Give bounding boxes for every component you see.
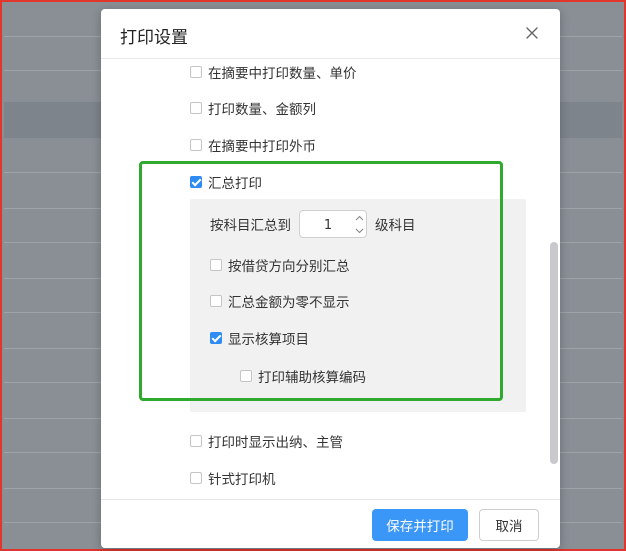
level-input[interactable]	[300, 211, 356, 239]
option-print-qty-amount-columns[interactable]: 打印数量、金额列	[190, 98, 316, 118]
option-label: 汇总打印	[208, 176, 262, 192]
dialog-title: 打印设置	[120, 28, 188, 48]
dialog-header: 打印设置	[101, 9, 560, 59]
checkbox[interactable]	[190, 139, 202, 151]
option-print-auxiliary-codes[interactable]: 打印辅助核算编码	[240, 366, 366, 386]
checkbox[interactable]	[240, 370, 252, 382]
checkbox[interactable]	[190, 66, 202, 78]
level-suffix-label: 级科目	[375, 218, 416, 234]
checkbox[interactable]	[210, 295, 222, 307]
vertical-scrollbar[interactable]	[548, 59, 560, 499]
option-label: 按借贷方向分别汇总	[228, 259, 350, 275]
level-prefix-label: 按科目汇总到	[210, 218, 291, 234]
option-label: 在摘要中打印外币	[208, 139, 316, 155]
checkbox[interactable]	[190, 102, 202, 114]
print-settings-dialog: 打印设置 在摘要中打印数量、单价 打印数量、金额列 在摘要中打印外币 汇总打印 …	[101, 9, 560, 548]
dialog-body: 在摘要中打印数量、单价 打印数量、金额列 在摘要中打印外币 汇总打印 按科目汇总…	[101, 59, 560, 499]
option-show-cashier-supervisor[interactable]: 打印时显示出纳、主管	[190, 431, 343, 451]
checkbox[interactable]	[190, 472, 202, 484]
option-label: 在摘要中打印数量、单价	[208, 66, 357, 82]
level-stepper[interactable]	[299, 210, 367, 239]
option-print-qty-price-in-summary[interactable]: 在摘要中打印数量、单价	[190, 62, 357, 82]
option-label: 显示核算项目	[228, 332, 309, 348]
stepper-down-icon[interactable]	[352, 224, 366, 237]
checkbox[interactable]	[210, 332, 222, 344]
option-hide-zero-amount[interactable]: 汇总金额为零不显示	[210, 291, 350, 311]
checkbox[interactable]	[190, 435, 202, 447]
summary-level-row: 按科目汇总到 级科目	[210, 209, 416, 239]
scrollbar-thumb[interactable]	[550, 242, 558, 464]
option-summary-print[interactable]: 汇总打印	[190, 172, 262, 192]
option-label: 打印时显示出纳、主管	[208, 435, 343, 451]
checkbox[interactable]	[210, 259, 222, 271]
option-split-by-direction[interactable]: 按借贷方向分别汇总	[210, 255, 350, 275]
option-label: 打印数量、金额列	[208, 102, 316, 118]
save-and-print-button[interactable]: 保存并打印	[372, 509, 468, 541]
option-label: 汇总金额为零不显示	[228, 295, 350, 311]
close-icon[interactable]	[522, 23, 542, 43]
option-label: 针式打印机	[208, 472, 276, 488]
cancel-button[interactable]: 取消	[479, 509, 539, 541]
option-show-accounting-items[interactable]: 显示核算项目	[210, 328, 309, 348]
option-print-foreign-currency[interactable]: 在摘要中打印外币	[190, 135, 316, 155]
dialog-footer: 保存并打印 取消	[101, 499, 560, 548]
option-dot-matrix-printer[interactable]: 针式打印机	[190, 468, 276, 488]
option-label: 打印辅助核算编码	[258, 370, 366, 386]
checkbox[interactable]	[190, 176, 202, 188]
stepper-up-icon[interactable]	[352, 211, 366, 224]
